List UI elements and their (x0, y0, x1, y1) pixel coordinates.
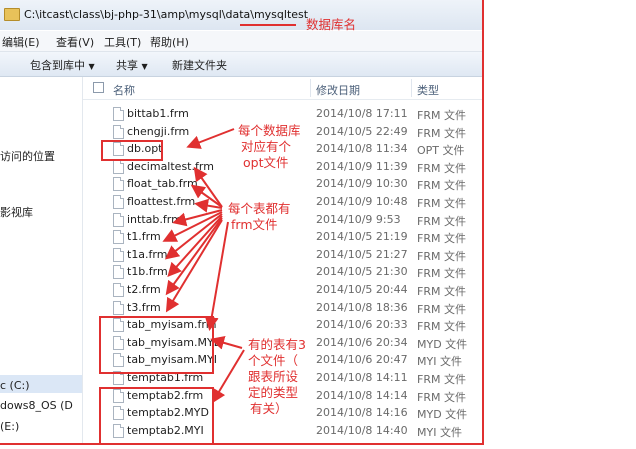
annotation-arrows (162, 128, 245, 404)
annotation-opt-note: 每个数据库 对应有个 opt文件 (238, 123, 301, 171)
annotation-frm-note: 每个表都有 frm文件 (228, 201, 291, 233)
annotation-db-name: 数据库名 (306, 17, 357, 32)
annotation-line: 定的类型 (248, 385, 299, 400)
annotation-line: 每个数据库 (238, 123, 301, 138)
arrow-frm-9 (165, 219, 223, 313)
annotation-line: 跟表所设 (248, 369, 299, 384)
arrow-myisam-2 (211, 349, 245, 404)
annotation-line: 对应有个 (241, 139, 292, 154)
arrow-opt (186, 128, 235, 149)
annotation-line: 每个表都有 (228, 201, 291, 216)
annotation-line: 有的表有3 (248, 337, 306, 352)
arrow-myisam-1 (210, 336, 243, 350)
arrow-frm-8 (165, 217, 223, 296)
annotation-line: opt文件 (243, 155, 289, 170)
arrow-frm-10 (204, 221, 229, 331)
annotation-line: 个文件（ (248, 353, 299, 368)
arrow-frm-1 (193, 166, 223, 208)
annotation-line: 有关） (250, 401, 288, 416)
annotation-myisam-note: 有的表有3 个文件（ 跟表所设 定的类型 有关） (248, 337, 306, 417)
annotation-line: frm文件 (231, 217, 278, 232)
